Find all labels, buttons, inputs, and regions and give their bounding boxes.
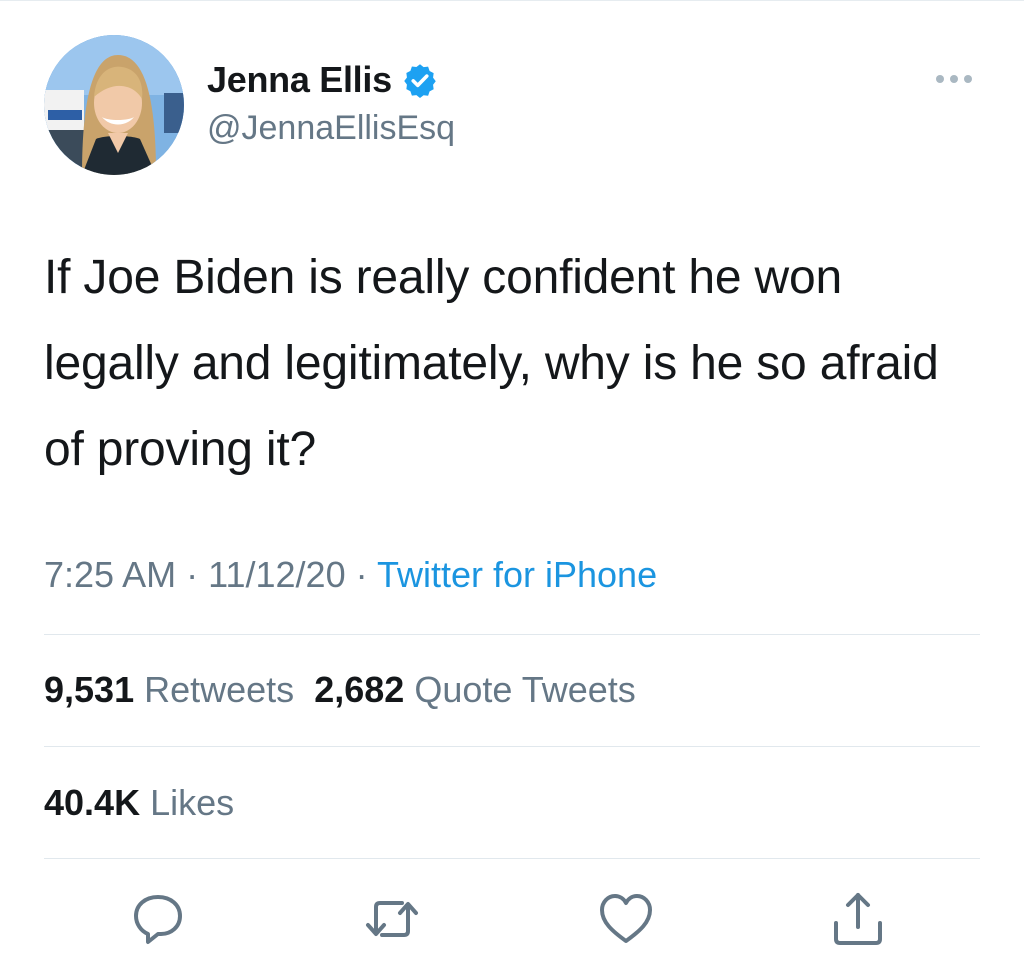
divider xyxy=(44,634,980,635)
verified-badge-icon xyxy=(404,64,436,98)
retweet-icon xyxy=(366,901,418,937)
likes-label: Likes xyxy=(150,782,235,823)
reply-button[interactable] xyxy=(128,889,188,949)
more-options-icon xyxy=(936,75,972,83)
retweet-button[interactable] xyxy=(362,889,422,949)
engagement-stats: 9,531 Retweets 2,682 Quote Tweets xyxy=(44,669,636,711)
share-icon xyxy=(834,893,882,945)
divider xyxy=(44,746,980,747)
profile-photo xyxy=(44,35,184,175)
quote-tweets-label: Quote Tweets xyxy=(414,669,636,710)
tweet-source-link[interactable]: Twitter for iPhone xyxy=(377,554,657,595)
like-button[interactable] xyxy=(596,889,656,949)
tweet-time: 7:25 AM xyxy=(44,554,177,595)
more-options-button[interactable] xyxy=(928,67,982,91)
author-handle[interactable]: @JennaEllisEsq xyxy=(207,109,455,148)
quote-tweets-stat[interactable]: 2,682 Quote Tweets xyxy=(314,669,636,710)
retweets-count: 9,531 xyxy=(44,669,135,710)
tweet-metadata: 7:25 AM · 11/12/20 · Twitter for iPhone xyxy=(44,554,657,596)
like-icon xyxy=(600,894,652,943)
avatar[interactable] xyxy=(44,35,184,175)
author-name-row: Jenna Ellis xyxy=(207,59,438,101)
tweet-action-bar xyxy=(0,889,1024,949)
author-display-name[interactable]: Jenna Ellis xyxy=(207,59,392,101)
divider xyxy=(44,858,980,859)
likes-count: 40.4K xyxy=(44,782,141,823)
meta-separator: · xyxy=(186,554,199,595)
quote-tweets-count: 2,682 xyxy=(314,669,405,710)
reply-icon xyxy=(134,895,182,944)
tweet-detail: Jenna Ellis @JennaEllisEsq If Joe Biden … xyxy=(0,0,1024,978)
retweets-stat[interactable]: 9,531 Retweets xyxy=(44,669,294,710)
meta-separator: · xyxy=(355,554,368,595)
likes-stat[interactable]: 40.4K Likes xyxy=(44,782,234,823)
share-button[interactable] xyxy=(828,889,888,949)
likes-stats: 40.4K Likes xyxy=(44,782,234,824)
tweet-date: 11/12/20 xyxy=(208,554,346,595)
tweet-text: If Joe Biden is really confident he won … xyxy=(44,251,939,476)
retweets-label: Retweets xyxy=(144,669,295,710)
